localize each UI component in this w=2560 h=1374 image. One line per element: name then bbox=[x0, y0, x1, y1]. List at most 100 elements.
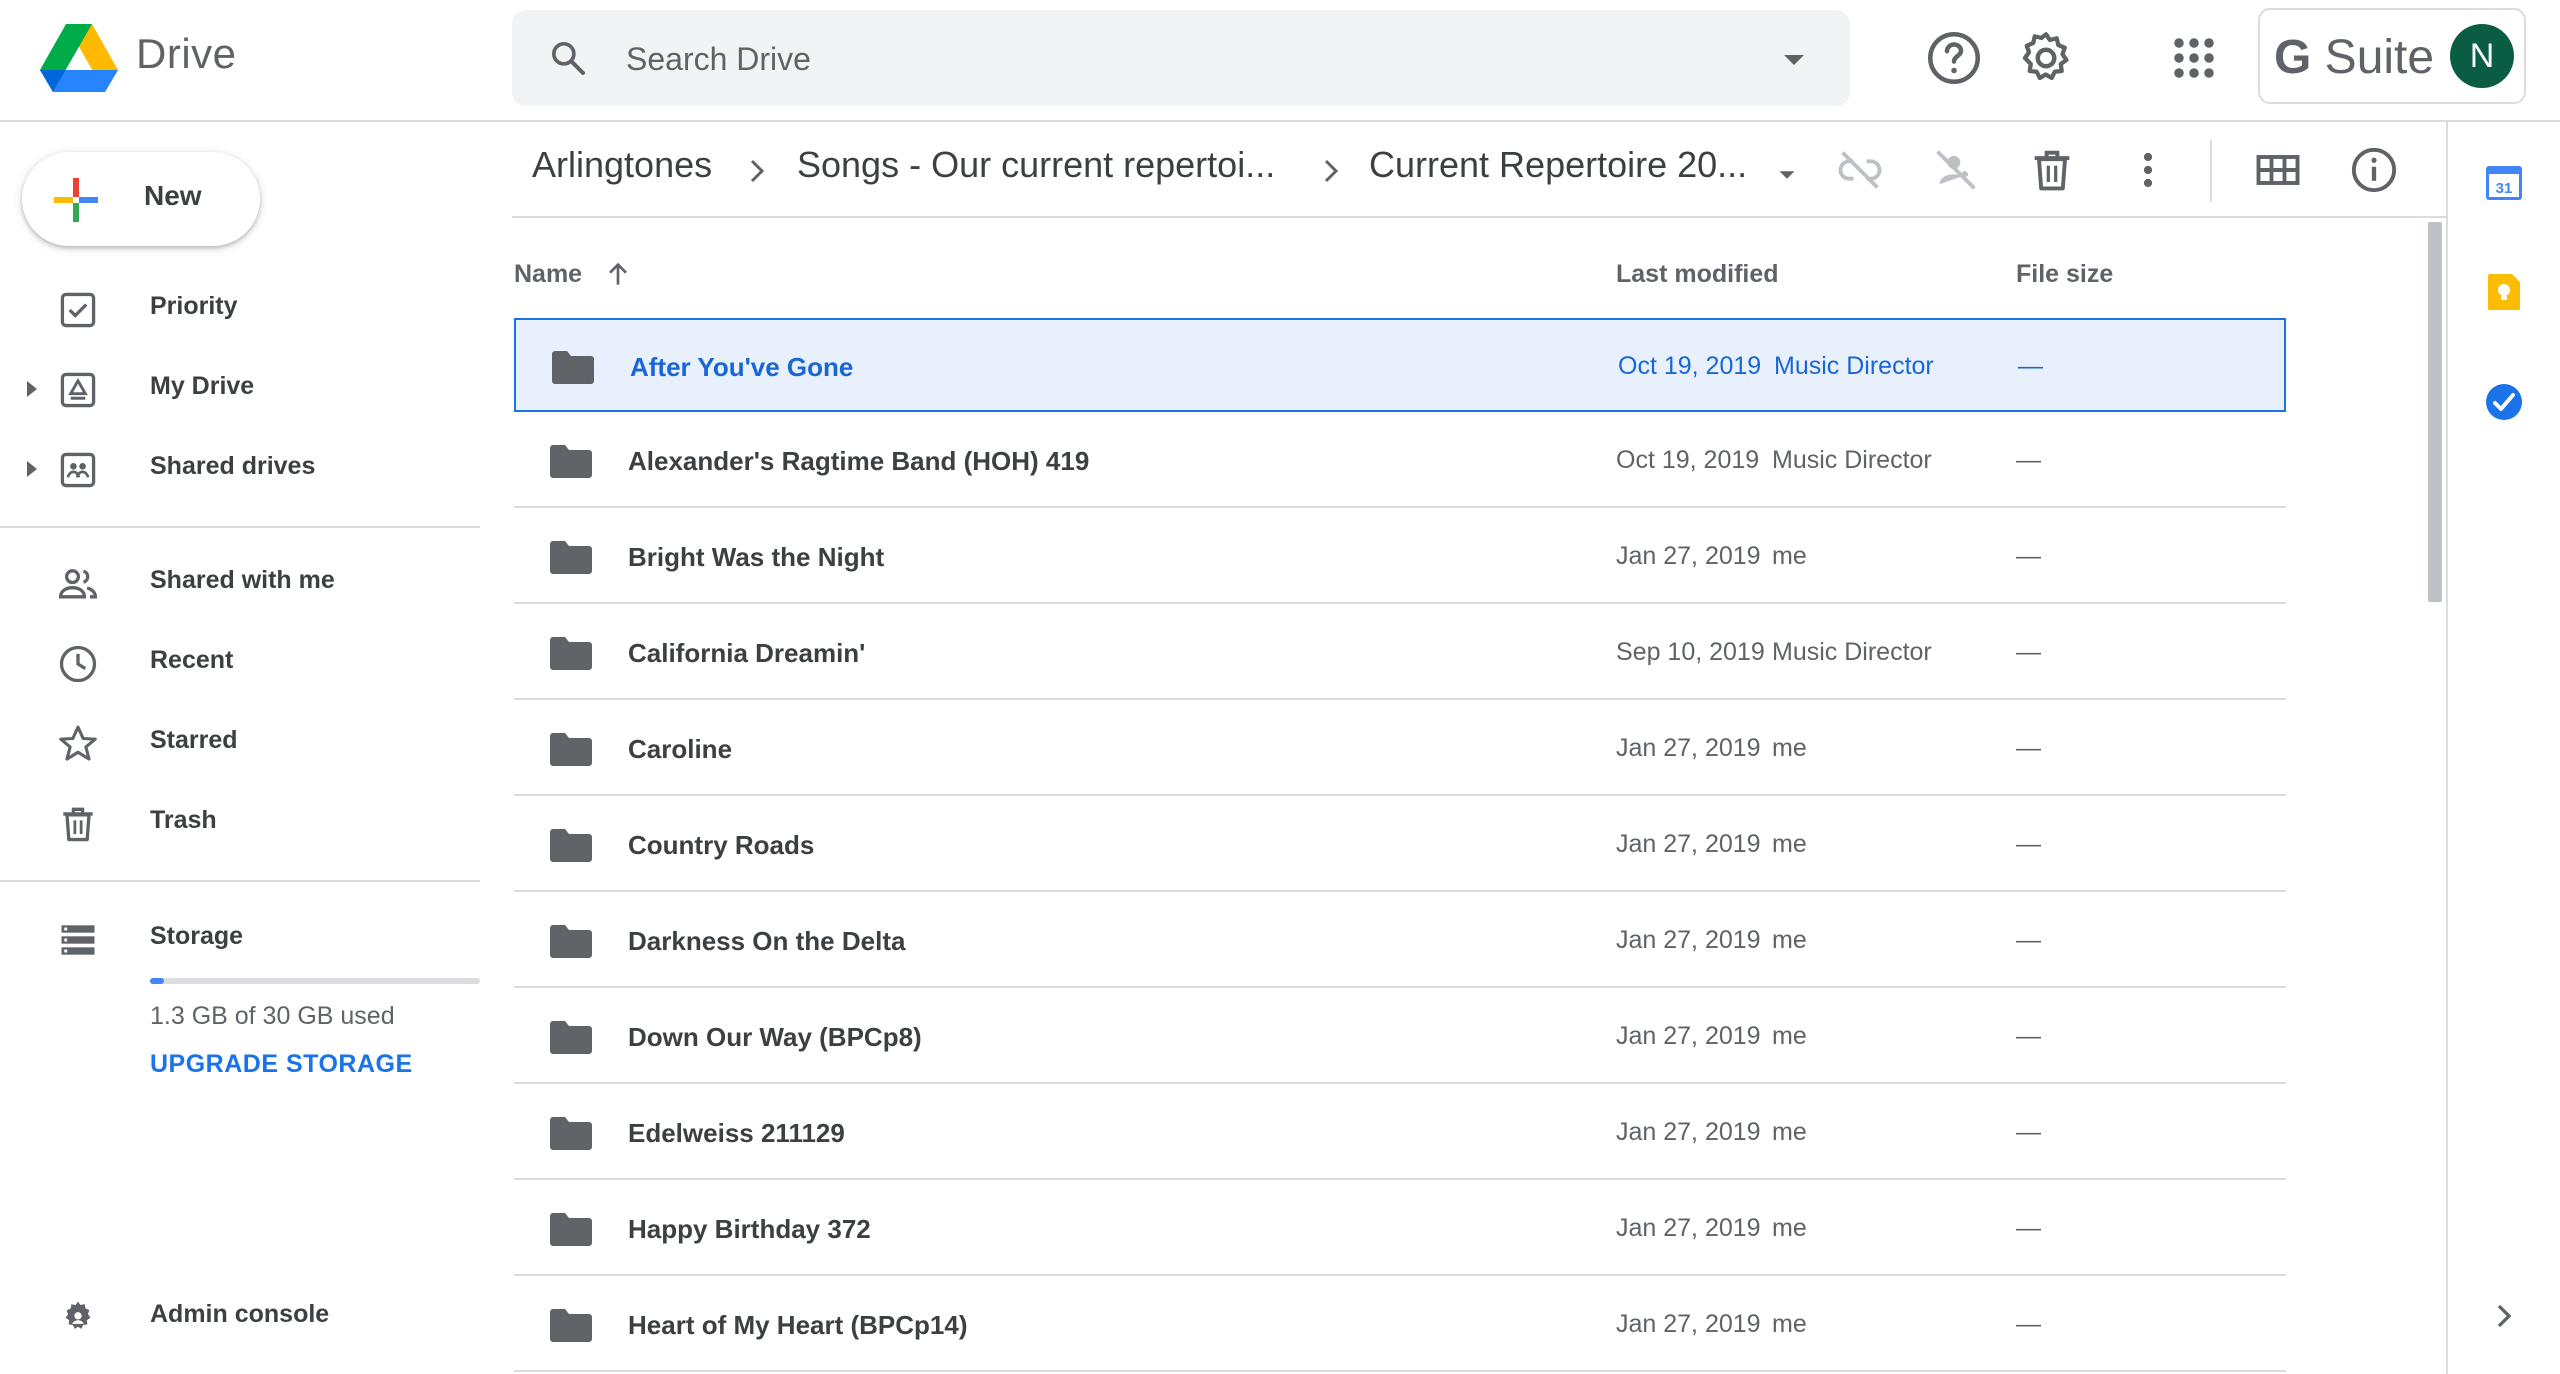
breadcrumb-item[interactable]: Arlingtones bbox=[532, 144, 712, 186]
folder-icon bbox=[550, 732, 592, 766]
file-row[interactable]: Alexander's Ragtime Band (HOH) 419 Oct 1… bbox=[514, 414, 2286, 508]
file-row[interactable]: Edelweiss 211129 Jan 27, 2019 me — bbox=[514, 1086, 2286, 1180]
sidebar-item-label: Admin console bbox=[150, 1300, 330, 1328]
file-size: — bbox=[2016, 1118, 2041, 1146]
file-size: — bbox=[2016, 734, 2041, 762]
settings-icon[interactable] bbox=[2016, 28, 2076, 88]
plus-icon bbox=[52, 176, 100, 224]
file-modified-by: me bbox=[1772, 830, 1807, 858]
folder-icon bbox=[550, 540, 592, 574]
file-row[interactable]: Heart of My Heart (BPCp14) Jan 27, 2019 … bbox=[514, 1278, 2286, 1372]
drive-logo-icon[interactable] bbox=[40, 24, 118, 94]
file-row[interactable]: Country Roads Jan 27, 2019 me — bbox=[514, 798, 2286, 892]
search-options-dropdown-icon[interactable] bbox=[1774, 40, 1814, 80]
sort-ascending-arrow-icon[interactable] bbox=[602, 258, 634, 290]
sidebar-item-admin-console[interactable]: Admin console bbox=[0, 1282, 480, 1352]
scrollbar-thumb[interactable] bbox=[2428, 222, 2442, 602]
file-size: — bbox=[2016, 1022, 2041, 1050]
file-name: Caroline bbox=[628, 734, 733, 764]
top-bar: Drive G Suite N bbox=[0, 0, 2560, 122]
sidebar-item-storage[interactable]: Storage bbox=[0, 904, 480, 974]
file-modified-by: me bbox=[1772, 1214, 1807, 1242]
breadcrumb-item[interactable]: Songs - Our current repertoi... bbox=[797, 144, 1275, 186]
more-vert-icon[interactable] bbox=[2122, 144, 2174, 196]
upgrade-storage-link[interactable]: UPGRADE STORAGE bbox=[150, 1050, 413, 1079]
file-modified-by: me bbox=[1772, 734, 1807, 762]
column-header-file-size[interactable]: File size bbox=[2016, 260, 2113, 289]
file-row[interactable]: Happy Birthday 372 Jan 27, 2019 me — bbox=[514, 1182, 2286, 1276]
my-drive-icon bbox=[56, 368, 100, 412]
file-modified-date: Jan 27, 2019 bbox=[1616, 1214, 1761, 1242]
link-off-icon[interactable] bbox=[1834, 144, 1886, 196]
priority-icon bbox=[56, 288, 100, 332]
file-name: Alexander's Ragtime Band (HOH) 419 bbox=[628, 446, 1090, 476]
new-button[interactable]: New bbox=[22, 152, 260, 246]
file-modified-by: me bbox=[1772, 542, 1807, 570]
gsuite-account-switcher[interactable]: G Suite N bbox=[2258, 8, 2526, 104]
sidebar-item-priority[interactable]: Priority bbox=[0, 274, 480, 344]
column-header-name[interactable]: Name bbox=[514, 260, 582, 289]
sidebar-item-trash[interactable]: Trash bbox=[0, 788, 480, 858]
file-row[interactable]: Down Our Way (BPCp8) Jan 27, 2019 me — bbox=[514, 990, 2286, 1084]
sidebar-item-recent[interactable]: Recent bbox=[0, 628, 480, 698]
file-modified-date: Oct 19, 2019 bbox=[1616, 446, 1760, 474]
folder-icon bbox=[550, 1308, 592, 1342]
gsuite-logo: G Suite bbox=[2274, 31, 2435, 84]
folder-icon bbox=[550, 924, 592, 958]
help-icon[interactable] bbox=[1924, 28, 1984, 88]
file-name: Happy Birthday 372 bbox=[628, 1214, 871, 1244]
file-modified-by: Music Director bbox=[1772, 638, 1932, 666]
file-name: Darkness On the Delta bbox=[628, 926, 906, 956]
avatar[interactable]: N bbox=[2450, 24, 2514, 88]
info-icon[interactable] bbox=[2348, 144, 2400, 196]
new-button-label: New bbox=[144, 180, 202, 211]
share-off-icon[interactable] bbox=[1930, 144, 1982, 196]
sidebar-item-my-drive[interactable]: My Drive bbox=[0, 354, 480, 424]
sidebar-item-label: Priority bbox=[150, 292, 238, 320]
file-name: Edelweiss 211129 bbox=[628, 1118, 845, 1148]
file-row[interactable]: California Dreamin' Sep 10, 2019 Music D… bbox=[514, 606, 2286, 700]
expand-arrow-icon[interactable] bbox=[24, 458, 40, 480]
chevron-right-icon bbox=[1318, 156, 1344, 186]
file-row[interactable]: After You've Gone Oct 19, 2019 Music Dir… bbox=[514, 318, 2286, 412]
calendar-icon[interactable]: 31 bbox=[2484, 162, 2524, 202]
file-size: — bbox=[2016, 542, 2041, 570]
file-size: — bbox=[2016, 1310, 2041, 1338]
file-name: Country Roads bbox=[628, 830, 815, 860]
search-input[interactable] bbox=[624, 34, 1728, 84]
file-modified-by: me bbox=[1772, 1118, 1807, 1146]
breadcrumb-current-folder[interactable]: Current Repertoire 20... bbox=[1369, 144, 1747, 186]
recent-icon bbox=[56, 642, 100, 686]
sidebar-item-shared-with-me[interactable]: Shared with me bbox=[0, 548, 480, 618]
search-icon[interactable] bbox=[548, 38, 588, 78]
file-row[interactable]: Bright Was the Night Jan 27, 2019 me — bbox=[514, 510, 2286, 604]
file-name: Down Our Way (BPCp8) bbox=[628, 1022, 922, 1052]
folder-icon bbox=[552, 350, 594, 384]
storage-usage-fill bbox=[150, 978, 165, 984]
file-row[interactable]: Caroline Jan 27, 2019 me — bbox=[514, 702, 2286, 796]
app-title[interactable]: Drive bbox=[136, 30, 237, 78]
sidebar-divider bbox=[0, 880, 480, 882]
search-bar[interactable] bbox=[512, 10, 1850, 106]
apps-icon[interactable] bbox=[2164, 28, 2224, 88]
toolbar-divider bbox=[2210, 140, 2212, 202]
file-name: California Dreamin' bbox=[628, 638, 866, 668]
grid-view-icon[interactable] bbox=[2252, 144, 2304, 196]
expand-arrow-icon[interactable] bbox=[24, 378, 40, 400]
column-header-last-modified[interactable]: Last modified bbox=[1616, 260, 1779, 289]
folder-menu-dropdown-icon[interactable] bbox=[1772, 160, 1802, 190]
storage-usage-bar bbox=[150, 978, 480, 984]
tasks-icon[interactable] bbox=[2484, 382, 2524, 422]
chevron-right-icon[interactable] bbox=[2484, 1296, 2524, 1336]
keep-icon[interactable] bbox=[2484, 272, 2524, 312]
delete-icon[interactable] bbox=[2026, 144, 2078, 196]
sidebar-item-starred[interactable]: Starred bbox=[0, 708, 480, 778]
storage-used-text: 1.3 GB of 30 GB used bbox=[150, 1002, 395, 1030]
sidebar-item-shared-drives[interactable]: Shared drives bbox=[0, 434, 480, 504]
toolbar-divider bbox=[512, 216, 2446, 218]
folder-icon bbox=[550, 828, 592, 862]
starred-icon bbox=[56, 722, 100, 766]
file-modified-date: Jan 27, 2019 bbox=[1616, 1310, 1761, 1338]
file-name: After You've Gone bbox=[630, 352, 854, 382]
file-row[interactable]: Darkness On the Delta Jan 27, 2019 me — bbox=[514, 894, 2286, 988]
